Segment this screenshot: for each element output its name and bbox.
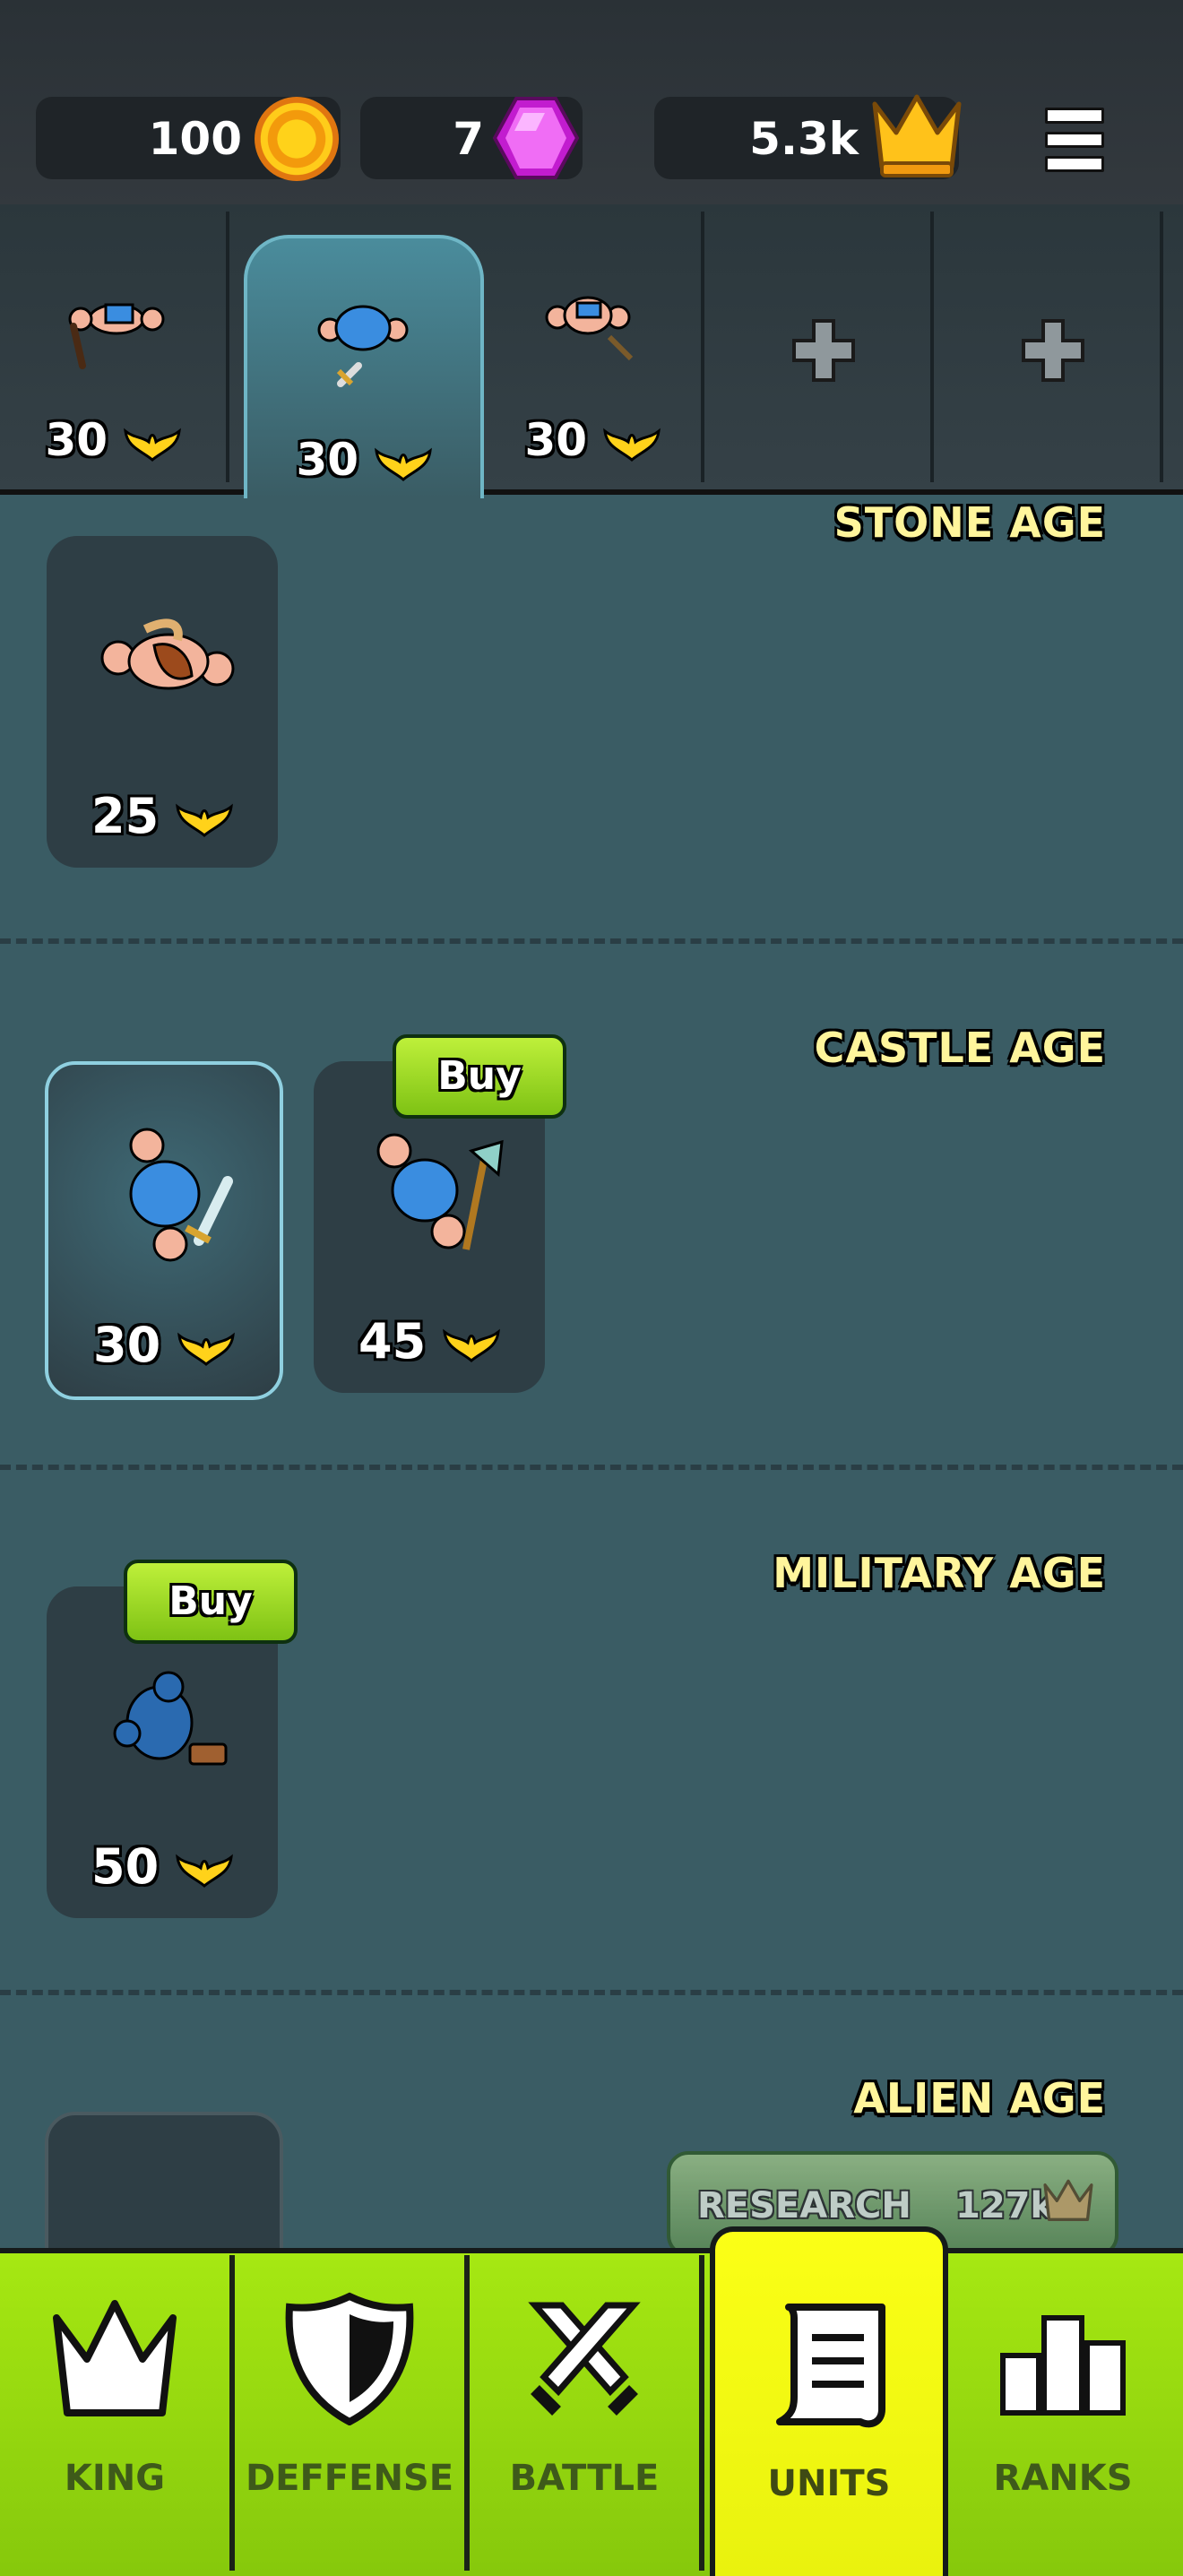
coins-value: 100 — [148, 113, 242, 165]
unit-cost: 25 — [91, 788, 160, 844]
menu-icon-bar — [1045, 108, 1104, 124]
swordsman-icon — [317, 305, 409, 387]
wings-icon — [602, 428, 661, 462]
squad-slot[interactable]: 30 — [0, 212, 229, 482]
squad-cost: 30 — [45, 414, 108, 466]
squad-cost: 30 — [296, 434, 359, 486]
nav-label: RANKS — [993, 2458, 1133, 2499]
gems-value: 7 — [453, 113, 484, 165]
nav-tab-defense[interactable]: DEFFENSE — [235, 2255, 470, 2571]
squad-slot[interactable]: 30 — [484, 212, 704, 482]
swordsman-icon — [129, 1128, 233, 1262]
unit-card[interactable]: 25 — [47, 536, 278, 868]
nav-label: DEFFENSE — [245, 2458, 454, 2499]
unit-cost: 45 — [358, 1313, 427, 1370]
shield-icon — [285, 2292, 414, 2425]
axeman-icon — [376, 1133, 504, 1250]
buy-button[interactable]: Buy — [124, 1560, 298, 1644]
crossed-swords-icon — [528, 2302, 641, 2416]
axeman-icon — [545, 296, 634, 361]
crown-icon — [1043, 2179, 1093, 2221]
nav-label: KING — [64, 2458, 166, 2499]
squad-cost: 30 — [524, 414, 588, 466]
plus-icon — [1022, 319, 1084, 382]
caveman-icon — [68, 303, 165, 369]
crown-icon — [872, 94, 962, 177]
unit-cost: 50 — [91, 1838, 160, 1895]
plus-icon — [792, 319, 855, 382]
section-divider — [0, 938, 1183, 944]
nav-tab-king[interactable]: KING — [0, 2255, 235, 2571]
gem-icon — [492, 97, 580, 179]
age-title: MILITARY AGE — [773, 1549, 1106, 1597]
age-title: CASTLE AGE — [814, 1024, 1106, 1072]
research-label: RESEARCH — [697, 2185, 911, 2226]
crown-icon — [53, 2300, 177, 2416]
age-title: ALIEN AGE — [853, 2074, 1106, 2122]
menu-button[interactable] — [1045, 108, 1104, 172]
soldier-icon — [113, 1671, 228, 1766]
coin-icon — [255, 97, 339, 181]
nav-label: UNITS — [767, 2463, 891, 2504]
section-divider — [0, 1465, 1183, 1470]
unit-cost: 30 — [93, 1317, 161, 1373]
section-divider — [0, 1990, 1183, 1995]
nav-tab-units[interactable]: UNITS — [710, 2226, 948, 2576]
menu-icon-bar — [1045, 132, 1104, 148]
squad-slot-selected[interactable]: 30 — [244, 235, 484, 498]
wings-icon — [176, 1854, 233, 1889]
wings-icon — [177, 1332, 235, 1367]
podium-icon — [1000, 2315, 1126, 2416]
wings-icon — [374, 447, 432, 481]
buy-button[interactable]: Buy — [393, 1034, 566, 1119]
unit-card-selected[interactable]: 30 — [45, 1061, 283, 1400]
research-cost: 127k — [955, 2185, 1055, 2226]
caveman-icon — [100, 618, 235, 690]
age-title: STONE AGE — [833, 498, 1106, 547]
scroll-icon — [776, 2304, 885, 2428]
wings-icon — [176, 803, 233, 838]
crowns-value: 5.3k — [749, 113, 859, 165]
nav-tab-battle[interactable]: BATTLE — [470, 2255, 704, 2571]
squad-slot-empty[interactable] — [934, 212, 1163, 482]
squad-slot-empty[interactable] — [704, 212, 934, 482]
menu-icon-bar — [1045, 156, 1104, 172]
wings-icon — [443, 1328, 500, 1363]
nav-label: BATTLE — [509, 2458, 660, 2499]
nav-tab-ranks[interactable]: RANKS — [943, 2255, 1183, 2571]
wings-icon — [123, 428, 181, 462]
